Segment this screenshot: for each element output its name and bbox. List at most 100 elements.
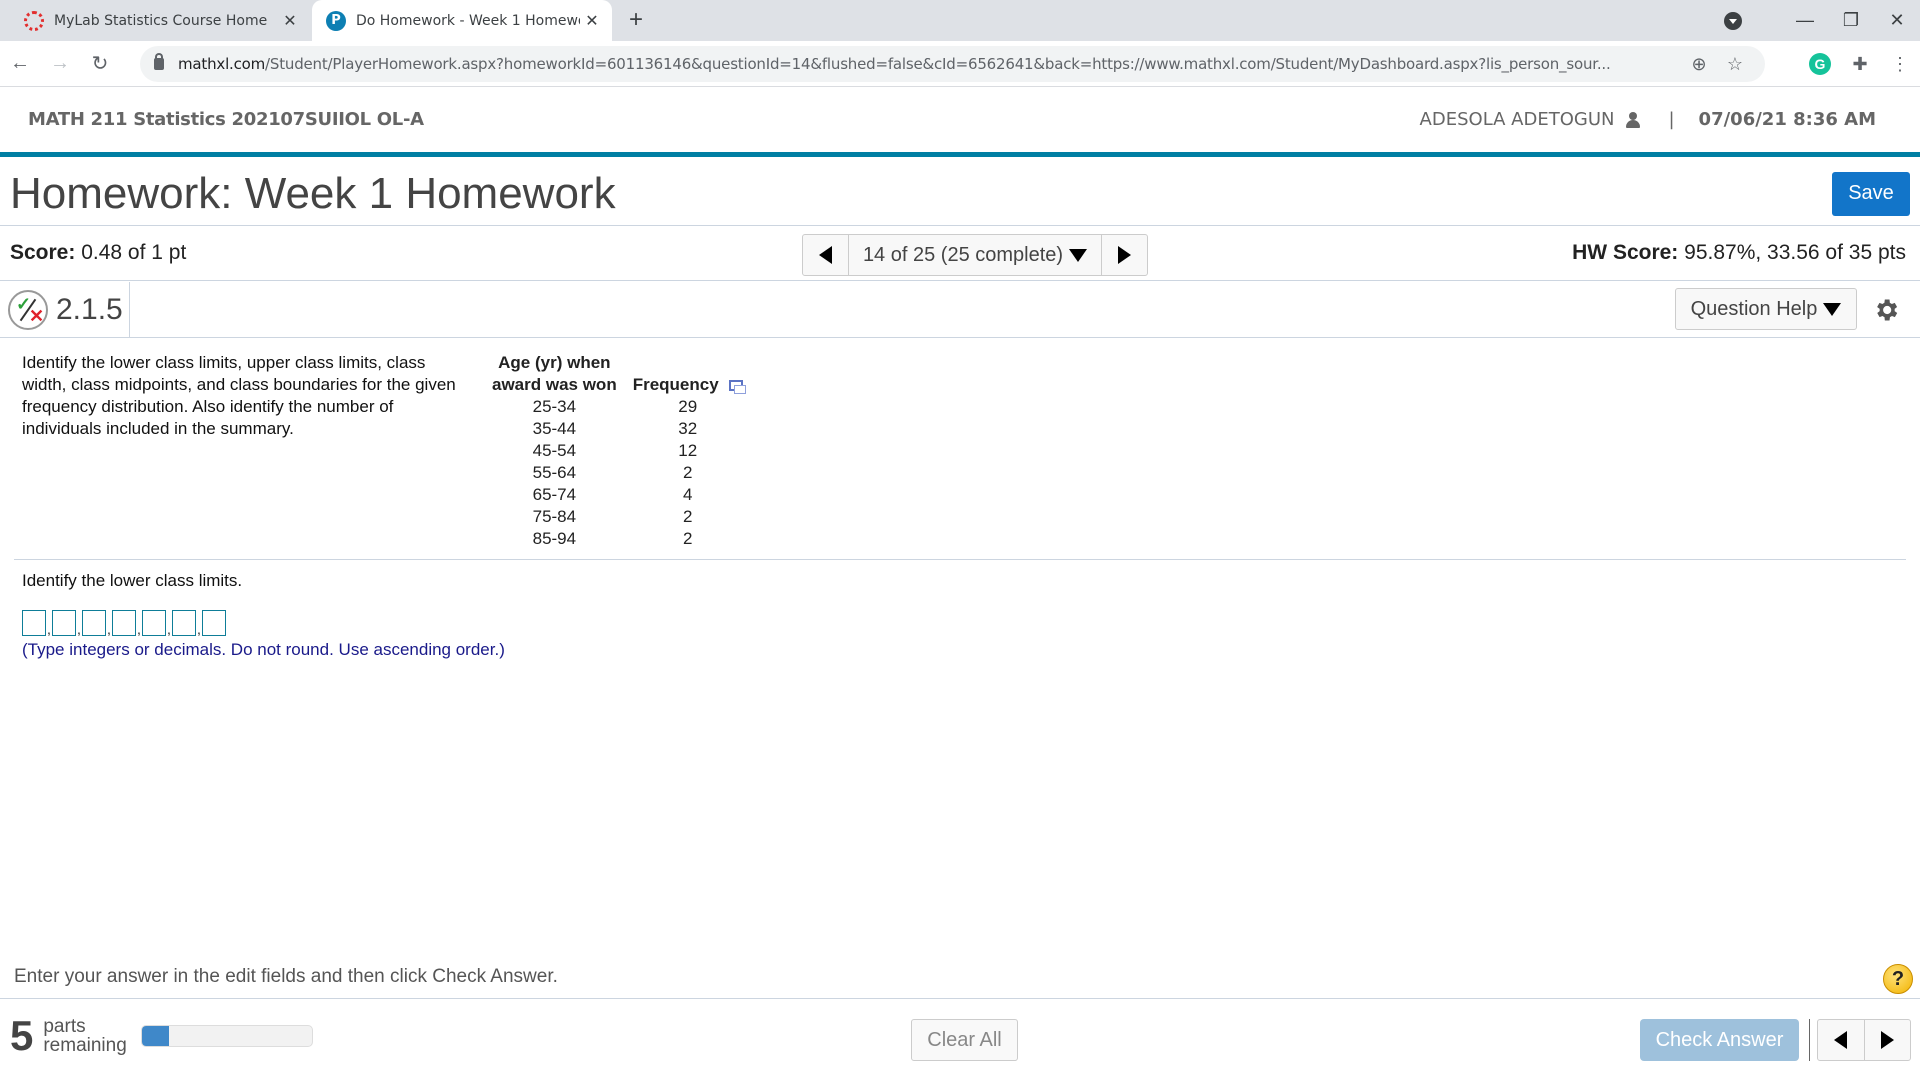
age-class-cell: 55-64 <box>532 463 577 482</box>
tab-do-homework[interactable]: P Do Homework - Week 1 Homework ✕ <box>312 0 612 41</box>
header-separator: | <box>1668 109 1675 130</box>
age-class-cell: 45-54 <box>532 441 577 460</box>
table-row: 25-34 29 <box>484 396 751 418</box>
zoom-icon[interactable]: ⊕ <box>1681 54 1717 75</box>
table-row: 75-84 2 <box>484 506 751 528</box>
parts-progress-bar <box>140 1025 313 1047</box>
url-text[interactable]: mathxl.com/Student/PlayerHomework.aspx?h… <box>178 55 1681 73</box>
score-value: 0.48 of 1 pt <box>81 241 187 264</box>
age-class-cell: 75-84 <box>532 507 577 526</box>
frequency-cell: 32 <box>678 419 698 438</box>
user-icon <box>1626 111 1641 128</box>
menu-kebab-icon[interactable]: ⋮ <box>1880 54 1920 75</box>
frequency-cell: 29 <box>678 397 698 416</box>
back-icon[interactable]: ← <box>0 52 40 75</box>
triangle-left-icon <box>819 246 832 264</box>
lower-class-limit-input[interactable] <box>22 610 46 636</box>
frequency-cell: 2 <box>682 463 693 482</box>
table-row: 65-74 4 <box>484 484 751 506</box>
hw-score-value: 95.87%, 33.56 of 35 pts <box>1684 241 1906 264</box>
browser-toolbar: ← → ↻ mathxl.com/Student/PlayerHomework.… <box>0 41 1920 87</box>
question-help-label: Question Help <box>1690 297 1818 320</box>
divider <box>1809 1019 1810 1061</box>
forward-icon[interactable]: → <box>40 52 80 75</box>
answer-fields: ,,,,,, <box>22 610 226 636</box>
browser-tab-strip: MyLab Statistics Course Home ✕ P Do Home… <box>0 0 1920 41</box>
score-label: Score: <box>10 241 76 264</box>
close-window-icon[interactable]: ✕ <box>1874 10 1920 31</box>
header-age: Age (yr) when award was won <box>492 353 617 394</box>
extensions-puzzle-icon[interactable]: ✚ <box>1840 54 1880 75</box>
next-question-button[interactable] <box>1101 235 1147 275</box>
bottom-question-navigator <box>1817 1019 1911 1061</box>
parts-remaining-count: 5 <box>10 1012 34 1059</box>
question-selector-label: 14 of 25 (25 complete) <box>862 243 1064 266</box>
tab-title: MyLab Statistics Course Home <box>54 12 268 29</box>
close-tab-icon[interactable]: ✕ <box>278 11 302 30</box>
user-name[interactable]: ADESOLA ADETOGUN <box>1420 109 1615 130</box>
save-button[interactable]: Save <box>1832 171 1910 216</box>
frequency-table: Age (yr) when award was won Frequency 25-… <box>484 352 751 550</box>
lower-class-limit-input[interactable] <box>112 610 136 636</box>
address-bar[interactable]: mathxl.com/Student/PlayerHomework.aspx?h… <box>140 46 1765 82</box>
age-class-cell: 35-44 <box>532 419 577 438</box>
answer-hint: (Type integers or decimals. Do not round… <box>22 640 505 659</box>
url-path: /Student/PlayerHomework.aspx?homeworkId=… <box>265 55 1611 73</box>
triangle-down-icon <box>1069 248 1088 262</box>
frequency-cell: 12 <box>678 441 698 460</box>
close-tab-icon[interactable]: ✕ <box>580 11 604 30</box>
frequency-cell: 4 <box>682 485 693 504</box>
divider <box>0 998 1920 999</box>
course-name: MATH 211 Statistics 202107SUIIOL OL-A <box>28 109 424 130</box>
triangle-right-icon <box>1880 1031 1894 1049</box>
clear-all-button[interactable]: Clear All <box>911 1019 1018 1061</box>
hw-score: HW Score: 95.87%, 33.56 of 35 pts <box>1572 241 1910 265</box>
canvas-icon <box>24 10 44 31</box>
gear-icon[interactable] <box>1872 296 1900 324</box>
url-host: mathxl.com <box>178 55 266 73</box>
frequency-cell: 2 <box>682 507 693 526</box>
age-class-cell: 25-34 <box>532 397 577 416</box>
age-class-cell: 85-94 <box>532 529 577 548</box>
popout-window-icon[interactable] <box>728 380 746 395</box>
table-row: 55-64 2 <box>484 462 751 484</box>
bookmark-star-icon[interactable]: ☆ <box>1717 54 1753 75</box>
hw-score-label: HW Score: <box>1572 241 1679 264</box>
window-controls: — ❐ ✕ <box>1724 0 1920 41</box>
table-row: 45-54 12 <box>484 440 751 462</box>
parts-remaining-label: parts remaining <box>43 1016 127 1056</box>
profile-dropdown-icon[interactable] <box>1724 11 1742 30</box>
next-question-button[interactable] <box>1865 1020 1911 1060</box>
question-help-button[interactable]: Question Help <box>1675 288 1857 330</box>
parts-remaining: 5 parts remaining <box>10 1012 313 1059</box>
lower-class-limit-input[interactable] <box>82 610 106 636</box>
reload-icon[interactable]: ↻ <box>80 51 120 76</box>
check-answer-button[interactable]: Check Answer <box>1640 1019 1799 1061</box>
table-row: 35-44 32 <box>484 418 751 440</box>
date-time: 07/06/21 8:36 AM <box>1698 109 1876 130</box>
homework-title-row: Homework: Week 1 Homework Save <box>0 162 1920 226</box>
header-frequency: Frequency <box>625 352 751 396</box>
help-question-icon[interactable]: ? <box>1883 964 1913 994</box>
tab-mylab-course-home[interactable]: MyLab Statistics Course Home ✕ <box>10 0 310 41</box>
score-row: Score: 0.48 of 1 pt 14 of 25 (25 complet… <box>0 226 1920 281</box>
page-title: Homework: Week 1 Homework <box>10 168 616 218</box>
grammarly-icon[interactable]: G <box>1809 53 1831 75</box>
new-tab-button[interactable]: + <box>622 6 650 34</box>
partial-credit-icon: ✓ ✕ <box>8 289 48 330</box>
lower-class-limit-input[interactable] <box>52 610 76 636</box>
lower-class-limit-input[interactable] <box>202 610 226 636</box>
previous-question-button[interactable] <box>803 235 849 275</box>
course-header: MATH 211 Statistics 202107SUIIOL OL-A AD… <box>0 87 1920 157</box>
minimize-icon[interactable]: — <box>1782 10 1828 31</box>
question-selector-dropdown[interactable]: 14 of 25 (25 complete) <box>849 235 1101 275</box>
lower-class-limit-input[interactable] <box>142 610 166 636</box>
previous-question-button[interactable] <box>1818 1020 1865 1060</box>
question-navigator: 14 of 25 (25 complete) <box>802 234 1148 276</box>
instruction-text: Enter your answer in the edit fields and… <box>14 966 558 987</box>
restore-icon[interactable]: ❐ <box>1828 10 1874 31</box>
part-prompt: Identify the lower class limits. <box>22 571 243 590</box>
divider <box>14 559 1906 560</box>
question-stem: Identify the lower class limits, upper c… <box>22 353 456 438</box>
lower-class-limit-input[interactable] <box>172 610 196 636</box>
